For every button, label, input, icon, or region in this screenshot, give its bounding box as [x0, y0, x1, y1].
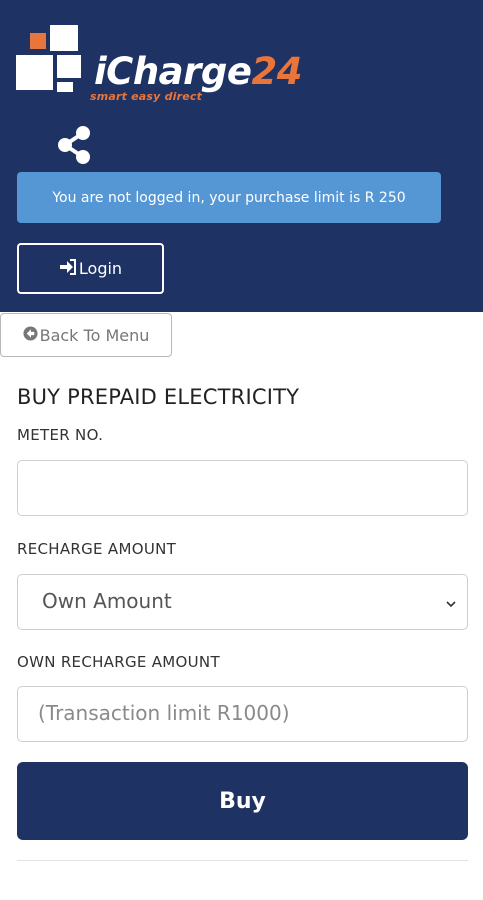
login-label: Login	[78, 259, 123, 278]
buy-label: Buy	[219, 788, 266, 814]
own-recharge-amount-placeholder: (Transaction limit R1000)	[38, 701, 290, 725]
buy-button[interactable]: Buy	[17, 762, 468, 840]
back-label: Back To Menu	[39, 325, 150, 345]
sign-in-icon	[59, 258, 77, 279]
back-to-menu-button[interactable]: Back To Menu	[0, 313, 172, 357]
app-logo[interactable]: iCharge24 smart easy direct	[16, 24, 316, 104]
header: iCharge24 smart easy direct You are not …	[0, 0, 483, 312]
arrow-circle-left-icon	[23, 325, 38, 345]
share-icon[interactable]	[54, 124, 96, 166]
page-title: BUY PREPAID ELECTRICITY	[17, 385, 300, 409]
divider	[17, 860, 468, 861]
recharge-amount-selected: Own Amount	[42, 589, 172, 613]
meter-number-input[interactable]	[17, 460, 468, 516]
brand-name: iCharge24	[94, 50, 302, 93]
recharge-amount-select[interactable]: Own Amount	[17, 574, 468, 630]
brand-tagline: smart easy direct	[90, 90, 203, 103]
login-button[interactable]: Login	[17, 243, 164, 294]
chevron-down-icon	[445, 595, 457, 608]
meter-number-label: METER NO.	[17, 426, 104, 444]
own-recharge-amount-label: OWN RECHARGE AMOUNT	[17, 653, 220, 671]
alert-text: You are not logged in, your purchase lim…	[52, 189, 406, 206]
recharge-amount-label: RECHARGE AMOUNT	[17, 540, 177, 558]
login-status-alert: You are not logged in, your purchase lim…	[17, 172, 441, 223]
own-recharge-amount-input[interactable]: (Transaction limit R1000)	[17, 686, 468, 742]
